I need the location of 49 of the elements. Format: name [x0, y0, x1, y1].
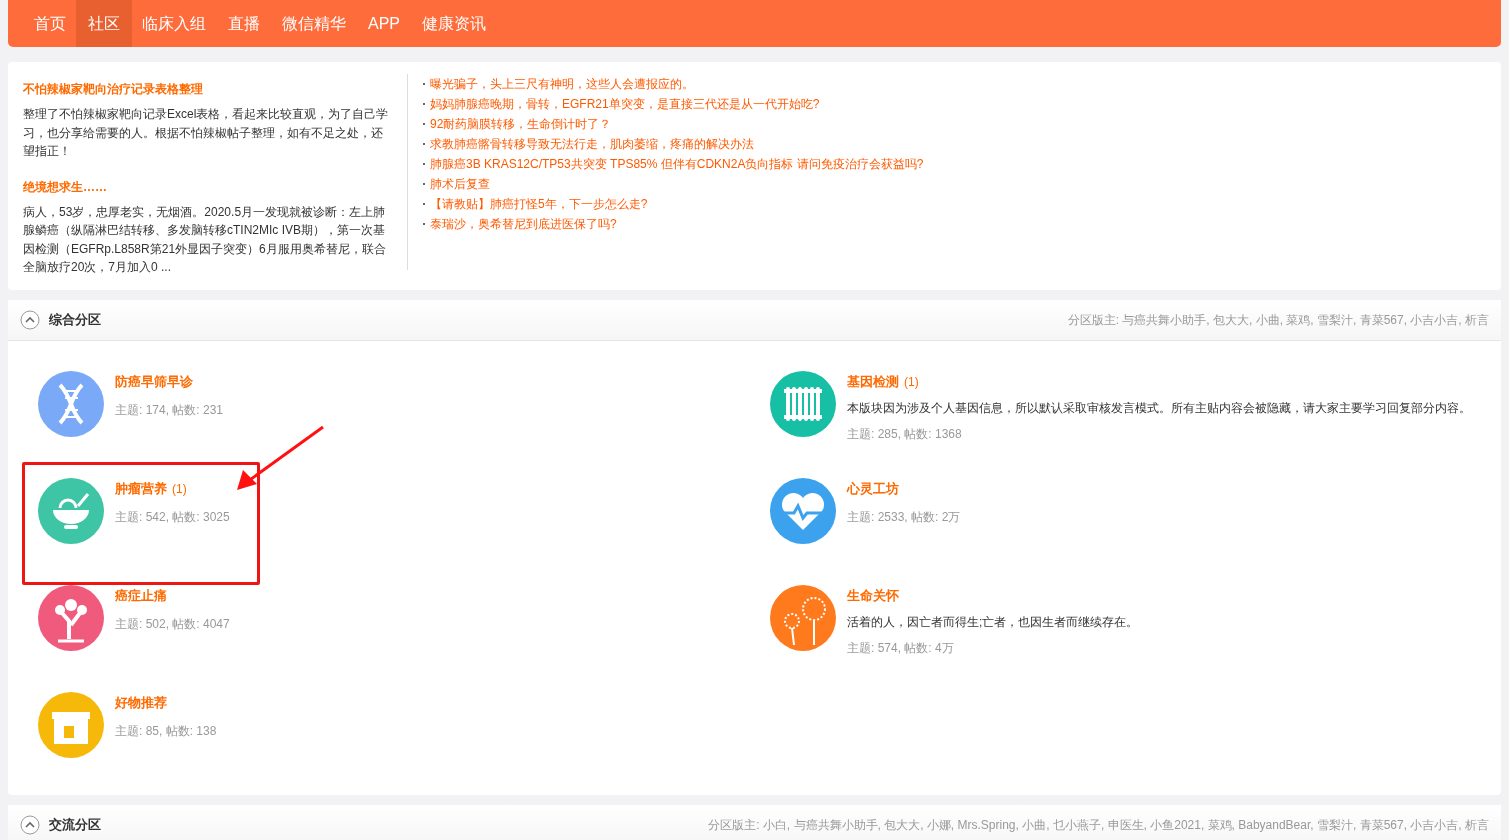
forum-description: 本版块因为涉及个人基因信息，所以默认采取审核发言模式。所有主贴内容会被隐藏，请大家主要学习回复部分内容。 — [847, 400, 1471, 417]
section-title: 综合分区 — [49, 311, 101, 329]
forum-stats: 主题: 85, 帖数: 138 — [115, 723, 217, 740]
thread-link[interactable]: 不怕辣椒家靶向治疗记录表格整理 — [23, 81, 391, 98]
thread-link[interactable]: 肺术后复查 — [430, 174, 490, 194]
thread-link[interactable]: 泰瑞沙，奥希替尼到底进医保了吗? — [430, 214, 617, 234]
thread-link[interactable]: 求教肺癌髂骨转移导致无法行走，肌肉萎缩，疼痛的解决办法 — [430, 134, 754, 154]
forum-link[interactable]: 基因检测 — [847, 374, 899, 389]
thread-link[interactable]: 肺腺癌3B KRAS12C/TP53共突变 TPS85% 但伴有CDKN2A负向指标 请问免疫治疗会获益吗? — [430, 154, 924, 174]
thread-link[interactable]: 【请教贴】肺癌打怪5年，下一步怎么走? — [430, 194, 648, 214]
forum-link[interactable]: 好物推荐 — [115, 695, 167, 710]
forum-stats: 主题: 574, 帖数: 4万 — [847, 640, 955, 657]
new-post-count: (1) — [172, 482, 187, 496]
gift-icon[interactable] — [38, 692, 104, 758]
moderator-list: 分区版主: 小白, 与癌共舞小助手, 包大大, 小娜, Mrs.Spring, 小曲, 乜小燕子, 申医生, 小鱼2021, 菜鸡, BabyandBear, 雪梨汁, 青菜567, 小吉小吉, 析言 — [708, 816, 1489, 834]
forum-stats: 主题: 2533, 帖数: 2万 — [847, 509, 961, 526]
new-post-count: (1) — [904, 375, 919, 389]
thread-link[interactable]: 曝光骗子，头上三尺有神明，这些人会遭报应的。 — [430, 74, 694, 94]
collapse-toggle-icon[interactable] — [20, 310, 40, 330]
forum-description: 活着的人，因亡者而得生;亡者，也因生者而继续存在。 — [847, 614, 1139, 631]
thread-link[interactable]: 92耐药脑膜转移，生命倒计时了？ — [430, 114, 612, 134]
forum-link[interactable]: 防癌早筛早诊 — [115, 374, 193, 389]
forum-link[interactable]: 癌症止痛 — [115, 588, 167, 603]
nav-tab[interactable]: 微信精华 — [270, 0, 358, 47]
nav-tab[interactable]: 直播 — [216, 0, 272, 47]
nav-tab[interactable]: 社区 — [76, 0, 132, 47]
moderator-list: 分区版主: 与癌共舞小助手, 包大大, 小曲, 菜鸡, 雪梨汁, 青菜567, 小吉小吉, 析言 — [1067, 311, 1489, 329]
forum-stats: 主题: 285, 帖数: 1368 — [847, 426, 963, 443]
forum-link[interactable]: 生命关怀 — [847, 588, 899, 603]
tree-icon[interactable] — [38, 585, 104, 651]
nav-tab[interactable]: APP — [356, 0, 412, 47]
nav-tab[interactable]: 临床入组 — [130, 0, 218, 47]
forum-stats: 主题: 502, 帖数: 4047 — [115, 616, 230, 633]
forum-link[interactable]: 肿瘤营养 — [115, 481, 167, 496]
thread-summary: 病人，53岁，忠厚老实，无烟酒。2020.5月一发现就被诊断：左上肺腺鳞癌（纵隔淋巴结转移、多发脑转移cTIN2MIc IVB期），第一次基因检测（EGFRp.L858R第21外显因子突变）6月服用奥希替尼，联合全脑放疗20次，7月加入0 ... — [23, 203, 387, 276]
forum-stats: 主题: 542, 帖数: 3025 — [115, 509, 230, 526]
collapse-toggle-icon[interactable] — [20, 815, 40, 835]
test-tubes-icon[interactable] — [770, 371, 836, 437]
bowl-icon[interactable] — [38, 478, 104, 544]
nav-tab[interactable]: 健康资讯 — [410, 0, 498, 47]
dandelion-icon[interactable] — [770, 585, 836, 651]
forum-stats: 主题: 174, 帖数: 231 — [115, 402, 224, 419]
section-title: 交流分区 — [49, 816, 101, 834]
thread-link[interactable]: 妈妈肺腺癌晚期，骨转，EGFR21单突变，是直接三代还是从一代开始吃? — [430, 94, 820, 114]
dna-icon[interactable] — [38, 371, 104, 437]
thread-summary: 整理了不怕辣椒家靶向记录Excel表格，看起来比较直观，为了自己学习，也分享给需要的人。根据不怕辣椒帖子整理，如有不足之处，还望指正！ — [23, 106, 390, 160]
thread-link[interactable]: 绝境想求生…… — [23, 178, 391, 196]
forum-link[interactable]: 心灵工坊 — [847, 481, 899, 496]
nav-tab[interactable]: 首页 — [22, 0, 78, 47]
